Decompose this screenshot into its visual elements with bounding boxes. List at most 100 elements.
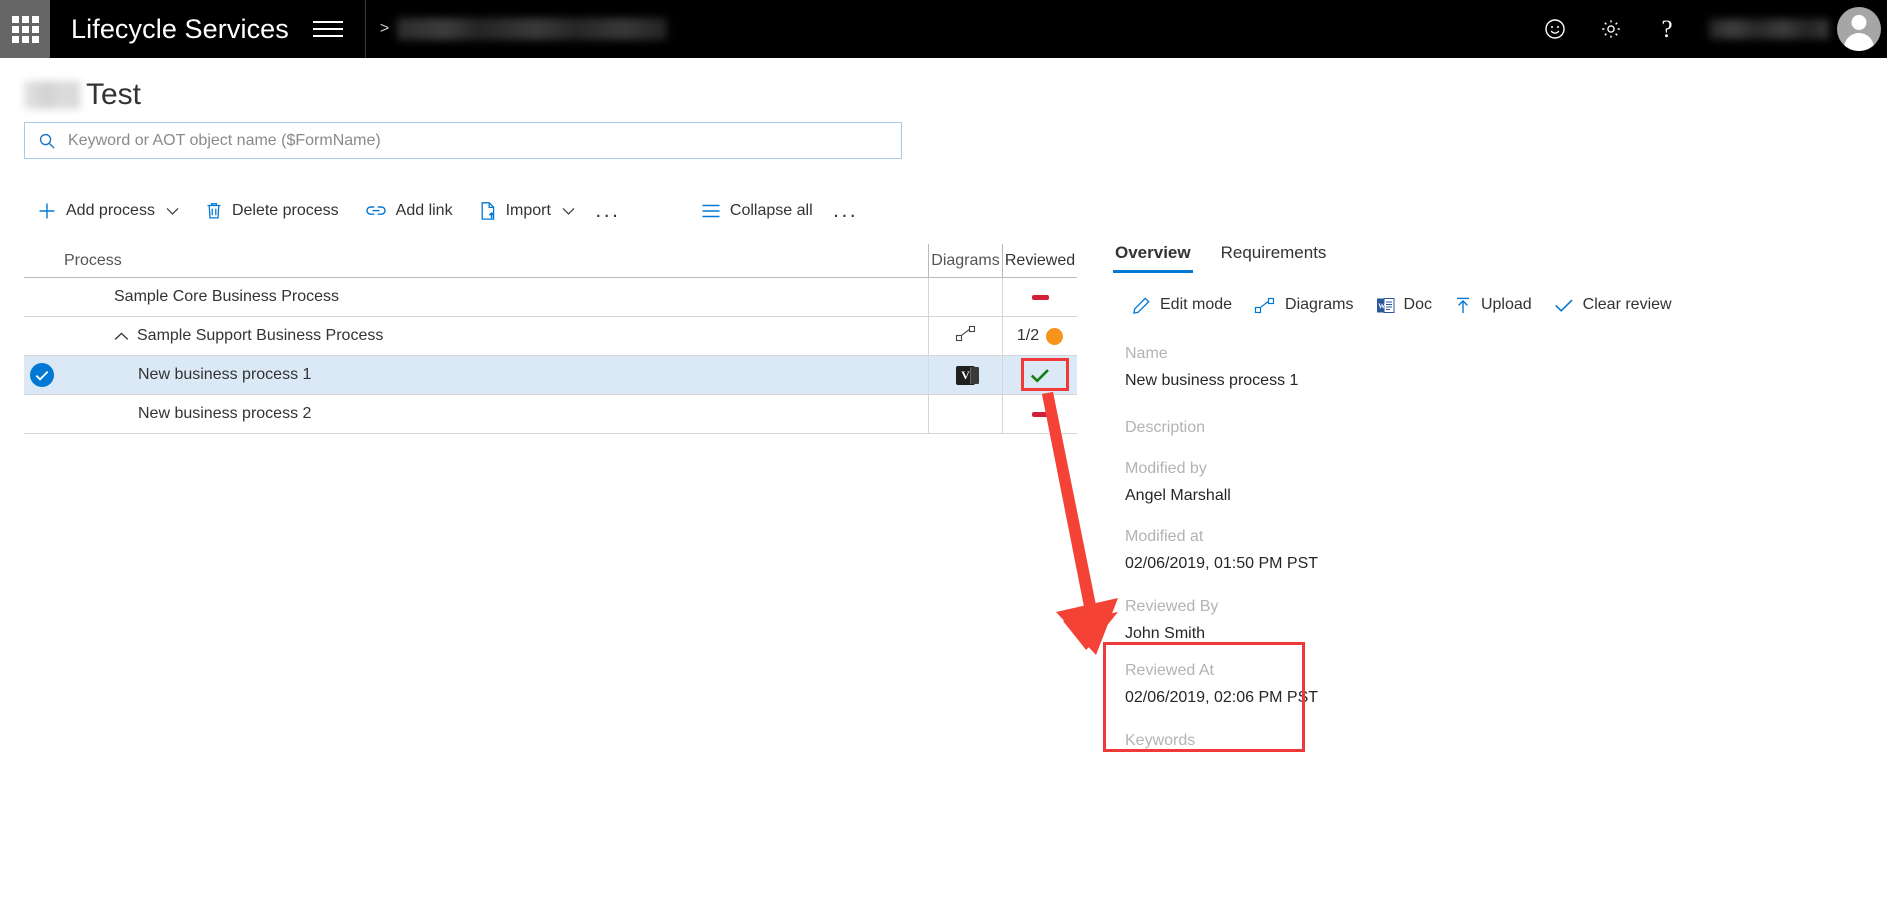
top-nav-right-actions: ? — [1527, 0, 1887, 58]
toolbar-overflow-button[interactable]: ... — [588, 190, 628, 232]
row-reviewed-cell[interactable]: 1/2 — [1003, 317, 1077, 355]
status-dash-icon — [1031, 411, 1049, 417]
hamburger-menu-icon[interactable] — [312, 16, 343, 42]
top-navigation-bar: Lifecycle Services > ? — [0, 0, 1887, 58]
process-grid: Process Diagrams Reviewed Sample Core Bu… — [24, 244, 1077, 434]
search-box[interactable] — [24, 122, 902, 159]
edit-mode-label: Edit mode — [1160, 296, 1233, 313]
avatar[interactable] — [1837, 7, 1881, 51]
chevron-down-icon[interactable] — [166, 207, 179, 216]
row-select-cell[interactable] — [24, 317, 60, 355]
field-label-name: Name — [1125, 345, 1168, 362]
status-partial-icon — [1046, 327, 1064, 345]
trash-icon — [205, 201, 223, 221]
column-header-diagrams[interactable]: Diagrams — [929, 244, 1003, 277]
add-link-label: Add link — [395, 202, 453, 219]
field-label-modified-by: Modified by — [1125, 460, 1207, 477]
nav-divider — [364, 0, 366, 58]
row-select-cell[interactable] — [24, 278, 60, 316]
row-reviewed-cell[interactable] — [1003, 395, 1077, 433]
clear-review-label: Clear review — [1582, 296, 1672, 313]
page-title: Test — [24, 70, 141, 112]
collapse-all-button[interactable]: Collapse all — [688, 190, 826, 232]
list-lines-icon — [701, 203, 721, 219]
reviewed-count: 1/2 — [1016, 327, 1040, 344]
add-link-button[interactable]: Add link — [352, 190, 466, 232]
status-dash-icon — [1031, 294, 1049, 300]
row-process-name: Sample Core Business Process — [60, 278, 929, 316]
row-process-name: New business process 2 — [60, 395, 929, 433]
field-label-keywords: Keywords — [1125, 732, 1196, 749]
table-row[interactable]: Sample Support Business Process 1/2 — [24, 317, 1077, 356]
brand-title[interactable]: Lifecycle Services — [71, 14, 289, 45]
field-label-modified-at: Modified at — [1125, 528, 1204, 545]
column-header-process[interactable]: Process — [60, 244, 929, 277]
app-launcher-button[interactable] — [0, 0, 50, 58]
command-bar: Add process Delete process Add link Impo… — [24, 190, 866, 232]
field-value-reviewed-by: John Smith — [1125, 625, 1206, 642]
collapse-all-label: Collapse all — [729, 202, 813, 219]
waffle-icon — [11, 15, 39, 43]
import-button[interactable]: Import — [466, 190, 588, 232]
chevron-up-icon[interactable] — [114, 332, 129, 341]
status-reviewed-check-icon — [1030, 368, 1050, 383]
row-reviewed-cell[interactable] — [1003, 278, 1077, 316]
row-diagrams-cell[interactable]: V — [929, 356, 1003, 394]
field-value-name: New business process 1 — [1125, 372, 1299, 389]
row-select-cell[interactable] — [24, 356, 60, 394]
link-icon — [365, 203, 387, 219]
delete-process-label: Delete process — [231, 202, 339, 219]
gear-icon[interactable] — [1583, 0, 1639, 58]
plus-icon — [37, 201, 57, 221]
column-header-reviewed[interactable]: Reviewed — [1003, 244, 1077, 277]
breadcrumb-chevron-icon: > — [379, 20, 390, 37]
diagram-shapes-icon — [1254, 297, 1276, 314]
row-reviewed-cell[interactable] — [1003, 356, 1077, 394]
grid-header-check-spacer — [24, 244, 60, 277]
field-value-modified-by: Angel Marshall — [1125, 487, 1231, 504]
help-icon[interactable]: ? — [1639, 0, 1695, 58]
user-name-blurred[interactable] — [1709, 19, 1829, 39]
word-doc-icon: W — [1376, 296, 1395, 315]
feedback-smiley-icon[interactable] — [1527, 0, 1583, 58]
add-process-label: Add process — [66, 202, 155, 219]
table-row[interactable]: Sample Core Business Process — [24, 278, 1077, 317]
diagrams-label: Diagrams — [1285, 296, 1354, 313]
clear-review-button[interactable]: Clear review — [1543, 287, 1683, 323]
search-input[interactable] — [66, 130, 866, 151]
import-file-icon — [479, 201, 497, 221]
upload-arrow-icon — [1454, 296, 1472, 315]
field-label-reviewed-at: Reviewed At — [1125, 662, 1214, 679]
row-diagrams-cell[interactable] — [929, 317, 1003, 355]
diagram-shapes-icon — [955, 325, 977, 347]
field-label-reviewed-by: Reviewed By — [1125, 598, 1219, 615]
row-diagrams-cell[interactable] — [929, 278, 1003, 316]
grid-overflow-button[interactable]: ... — [826, 190, 866, 232]
table-row[interactable]: New business process 1 V — [24, 356, 1077, 395]
row-process-name-container: Sample Support Business Process — [60, 317, 929, 355]
chevron-down-icon[interactable] — [562, 207, 575, 216]
table-row[interactable]: New business process 2 — [24, 395, 1077, 434]
breadcrumb-blurred-text[interactable] — [397, 18, 668, 40]
row-select-cell[interactable] — [24, 395, 60, 433]
import-label: Import — [505, 202, 551, 219]
row-process-name: Sample Support Business Process — [137, 327, 384, 344]
detail-panel: Overview Requirements Edit mode Diagrams — [1113, 240, 1873, 750]
tab-requirements[interactable]: Requirements — [1219, 240, 1329, 273]
diagrams-button[interactable]: Diagrams — [1243, 287, 1364, 323]
upload-label: Upload — [1480, 296, 1532, 313]
field-label-description: Description — [1125, 419, 1206, 436]
checkmark-icon — [1554, 298, 1574, 313]
svg-text:W: W — [1378, 302, 1385, 310]
detail-panel-command-bar: Edit mode Diagrams W Doc Upload Clear re… — [1121, 287, 1873, 323]
doc-button[interactable]: W Doc — [1365, 287, 1443, 323]
search-icon — [38, 132, 56, 150]
delete-process-button[interactable]: Delete process — [192, 190, 352, 232]
add-process-button[interactable]: Add process — [24, 190, 192, 232]
tab-overview[interactable]: Overview — [1113, 240, 1193, 273]
grid-header-row: Process Diagrams Reviewed — [24, 244, 1077, 278]
upload-button[interactable]: Upload — [1443, 287, 1543, 323]
edit-mode-button[interactable]: Edit mode — [1121, 287, 1243, 323]
detail-panel-tabs: Overview Requirements — [1113, 240, 1873, 273]
row-diagrams-cell[interactable] — [929, 395, 1003, 433]
